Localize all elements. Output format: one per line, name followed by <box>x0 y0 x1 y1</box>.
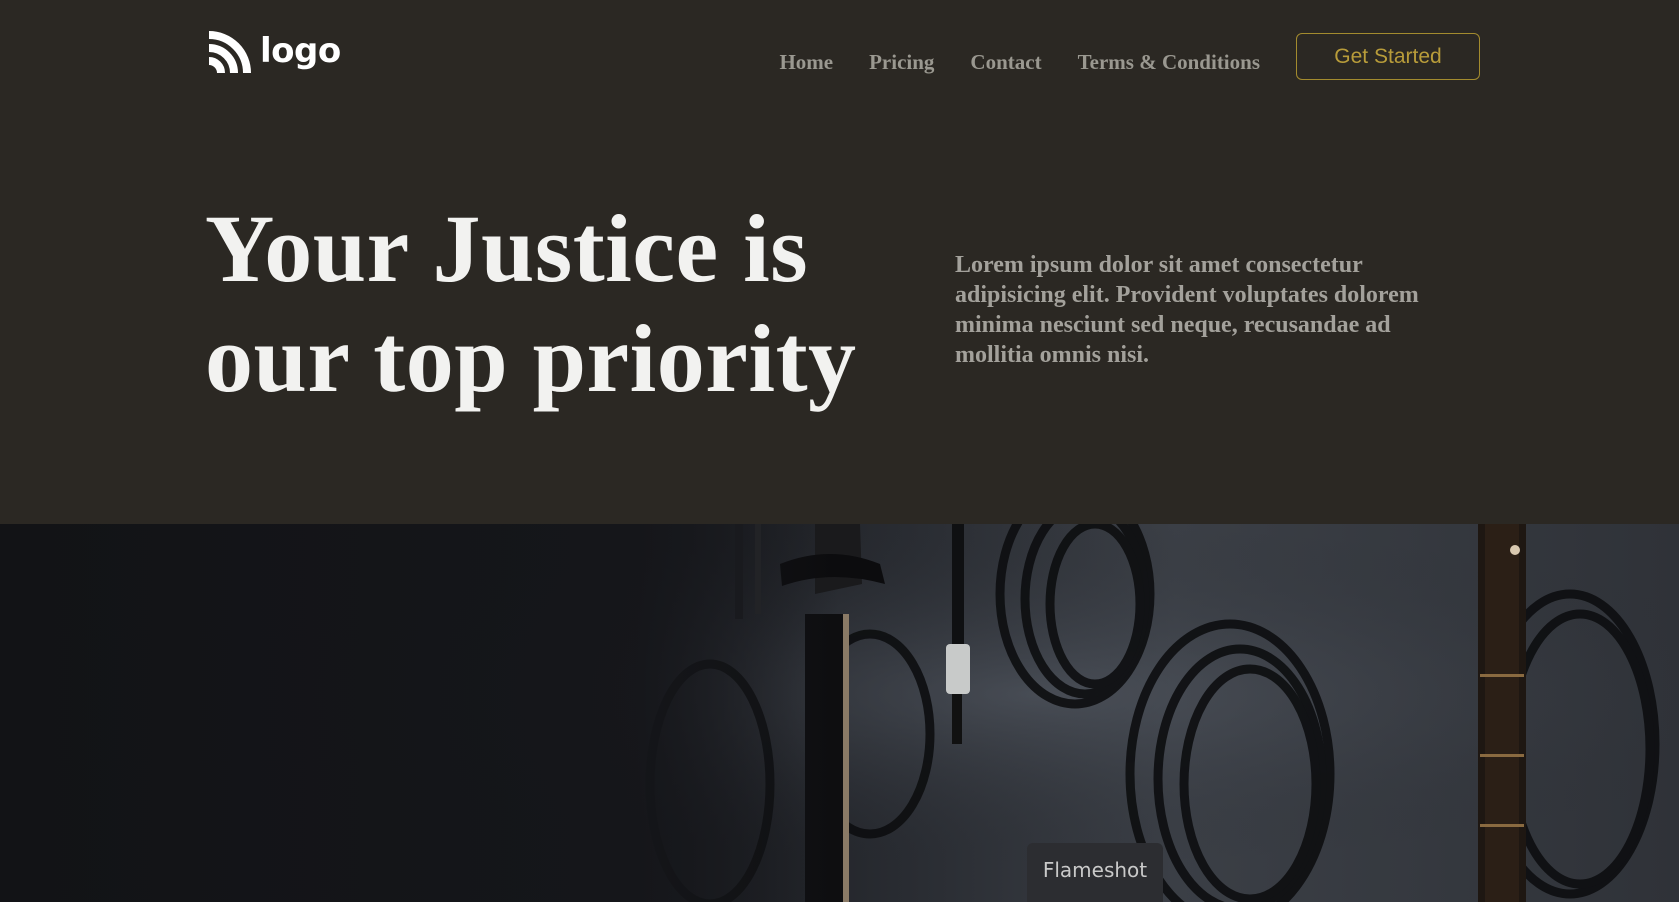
hero-photo <box>0 524 1679 902</box>
hero-description: Lorem ipsum dolor sit amet consectetur a… <box>955 252 1419 368</box>
nav-link-home[interactable]: Home <box>779 50 833 75</box>
photo-illustration <box>0 524 1679 902</box>
main-nav: Home Pricing Contact Terms & Conditions <box>779 50 1260 75</box>
hero-title: Your Justice is our top priority <box>205 194 925 414</box>
nav-link-pricing[interactable]: Pricing <box>869 50 934 75</box>
site-header: logo Home Pricing Contact Terms & Condit… <box>0 0 1679 120</box>
nav-link-contact[interactable]: Contact <box>970 50 1041 75</box>
hero-title-line-1: Your Justice is <box>205 195 809 302</box>
logo[interactable]: logo <box>205 31 341 77</box>
hero-title-line-2: our top priority <box>205 305 857 412</box>
rss-arcs-icon <box>208 31 251 74</box>
logo-text: logo <box>260 31 341 71</box>
get-started-button[interactable]: Get Started <box>1296 33 1480 80</box>
nav-link-terms[interactable]: Terms & Conditions <box>1078 50 1260 75</box>
flameshot-tooltip: Flameshot <box>1027 843 1163 902</box>
